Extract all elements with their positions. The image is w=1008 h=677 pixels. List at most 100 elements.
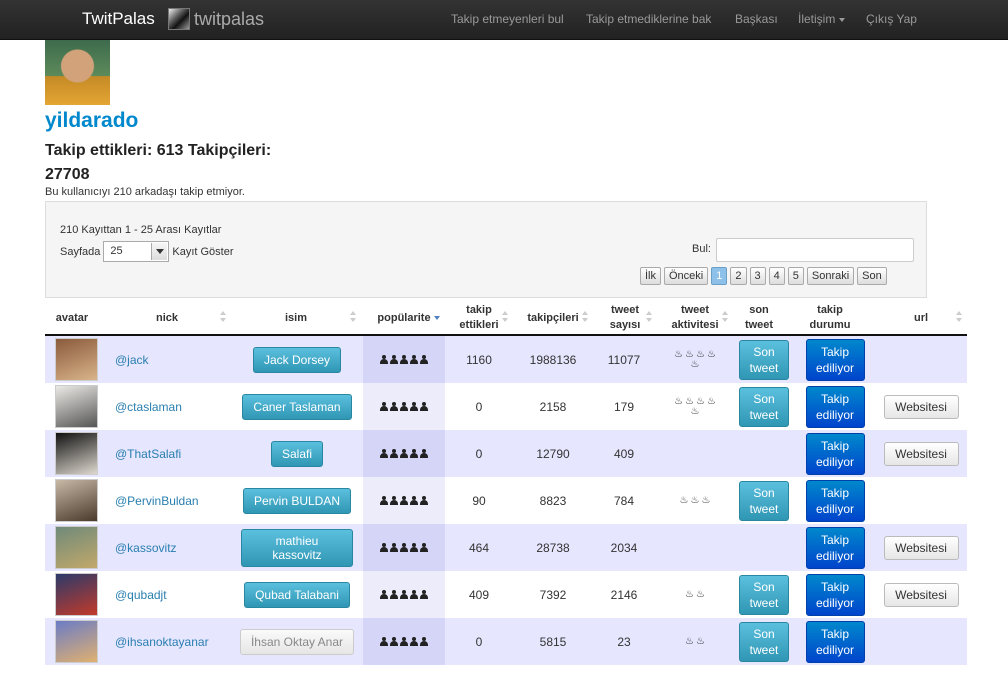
nick-link[interactable]: @PervinBuldan bbox=[115, 494, 199, 508]
last-tweet-button[interactable]: Son tweet bbox=[739, 339, 789, 380]
following-count-cell: 1160 bbox=[445, 336, 513, 383]
person-icon bbox=[380, 496, 388, 505]
nick-link[interactable]: @qubadjt bbox=[115, 588, 167, 602]
pager-first[interactable]: İlk bbox=[640, 267, 661, 285]
avatar-cell bbox=[45, 336, 107, 383]
avatar[interactable] bbox=[54, 385, 98, 428]
avatar[interactable] bbox=[54, 573, 98, 616]
pager-page-5[interactable]: 5 bbox=[787, 267, 804, 285]
col-url[interactable]: url bbox=[875, 300, 967, 336]
profile-username[interactable]: yildarado bbox=[45, 109, 138, 133]
col-popularity-label: popülarite bbox=[377, 311, 431, 324]
flame-icon: ♨ bbox=[685, 348, 694, 360]
name-button[interactable]: Qubad Talabani bbox=[244, 581, 350, 608]
name-button[interactable]: mathieu kassovitz bbox=[241, 528, 353, 567]
website-button[interactable]: Websitesi bbox=[883, 535, 959, 560]
nick-link[interactable]: @kassovitz bbox=[115, 541, 177, 555]
pager-last[interactable]: Son bbox=[857, 267, 887, 285]
follow-status-button[interactable]: Takip ediliyor bbox=[805, 479, 865, 522]
col-tweet-count[interactable]: tweet sayısı bbox=[593, 300, 657, 336]
follow-status-button[interactable]: Takip ediliyor bbox=[805, 338, 865, 381]
last-tweet-button[interactable]: Son tweet bbox=[739, 480, 789, 521]
col-activity-label: tweet aktivitesi bbox=[671, 304, 719, 331]
avatar[interactable] bbox=[54, 338, 98, 381]
logo-text: twitpalas bbox=[194, 8, 265, 29]
activity-flames: ♨ ♨ ♨ ♨ ♨ bbox=[671, 348, 719, 370]
follow-status-cell: Takip ediliyor bbox=[795, 618, 875, 665]
nav-contact-label: İletişim bbox=[798, 12, 836, 26]
pager-page-1[interactable]: 1 bbox=[711, 267, 728, 285]
tweet-count: 2034 bbox=[610, 540, 638, 555]
col-follow-status-label: takip durumu bbox=[809, 304, 851, 331]
following-count: 0 bbox=[475, 446, 483, 461]
website-button[interactable]: Websitesi bbox=[883, 441, 959, 466]
followers-count-cell: 8823 bbox=[513, 477, 593, 524]
nav-another-user[interactable]: Başkası bbox=[735, 12, 778, 26]
profile-stats-line2: 27708 bbox=[45, 166, 90, 183]
follow-status-button[interactable]: Takip ediliyor bbox=[805, 432, 865, 475]
followers-count: 1988136 bbox=[529, 352, 577, 367]
brand-link[interactable]: TwitPalas bbox=[82, 9, 155, 29]
followers-count-cell: 7392 bbox=[513, 571, 593, 618]
search-input[interactable] bbox=[716, 238, 914, 262]
popularity-cell bbox=[363, 430, 445, 477]
last-tweet-cell: Son tweet bbox=[733, 571, 795, 618]
flame-icon: ♨ bbox=[701, 494, 711, 506]
follow-status-button[interactable]: Takip ediliyor bbox=[805, 620, 865, 663]
nick-link[interactable]: @jack bbox=[115, 353, 149, 367]
pager-page-2[interactable]: 2 bbox=[730, 267, 747, 285]
nick-link[interactable]: @ihsanoktayanar bbox=[115, 635, 209, 649]
follow-status-button[interactable]: Takip ediliyor bbox=[805, 526, 865, 569]
website-button[interactable]: Websitesi bbox=[883, 582, 959, 607]
col-name[interactable]: isim bbox=[231, 300, 361, 336]
name-button[interactable]: Caner Taslaman bbox=[242, 393, 352, 420]
nav-not-following-back[interactable]: Takip etmediklerine bak bbox=[586, 12, 711, 26]
follow-status-button[interactable]: Takip ediliyor bbox=[805, 573, 865, 616]
page-length-label-after: Kayıt Göster bbox=[172, 245, 234, 258]
avatar[interactable] bbox=[54, 432, 98, 475]
nick-link[interactable]: @ctaslaman bbox=[115, 400, 182, 414]
popularity-icons bbox=[380, 449, 428, 458]
name-button[interactable]: Jack Dorsey bbox=[252, 346, 342, 373]
records-info: 210 Kayıttan 1 - 25 Arası Kayıtlar bbox=[60, 224, 222, 236]
name-button[interactable]: Salafi bbox=[270, 440, 324, 467]
col-activity[interactable]: tweet aktivitesi bbox=[657, 300, 733, 336]
last-tweet-button[interactable]: Son tweet bbox=[739, 621, 789, 662]
pager-page-4[interactable]: 4 bbox=[768, 267, 785, 285]
page-length: Sayfada 25 Kayıt Göster bbox=[60, 241, 234, 262]
avatar-cell bbox=[45, 618, 107, 665]
nav-find-unfollowers[interactable]: Takip etmeyenleri bul bbox=[451, 12, 564, 26]
name-button[interactable]: İhsan Oktay Anar bbox=[239, 628, 355, 655]
tweet-count: 409 bbox=[613, 446, 635, 461]
person-icon bbox=[390, 496, 398, 505]
nav-logout[interactable]: Çıkış Yap bbox=[866, 12, 917, 26]
sort-icon bbox=[646, 311, 652, 323]
pager-page-3[interactable]: 3 bbox=[749, 267, 766, 285]
col-tweet-count-label: tweet sayısı bbox=[609, 304, 641, 331]
website-button[interactable]: Websitesi bbox=[883, 394, 959, 419]
col-avatar: avatar bbox=[45, 300, 99, 336]
logo[interactable]: twitpalas bbox=[168, 8, 264, 30]
avatar[interactable] bbox=[54, 479, 98, 522]
table-row: @qubadjt Qubad Talabani 409 7392 2146 ♨ ♨ Son t… bbox=[45, 571, 967, 618]
popularity-icons bbox=[380, 355, 428, 364]
pager-next[interactable]: Sonraki bbox=[806, 267, 855, 285]
avatar[interactable] bbox=[54, 526, 98, 569]
col-followers[interactable]: takipçileri bbox=[513, 300, 593, 336]
pager-previous[interactable]: Önceki bbox=[664, 267, 709, 285]
nick-link[interactable]: @ThatSalafi bbox=[115, 447, 181, 461]
col-following[interactable]: takip ettikleri bbox=[445, 300, 513, 336]
col-popularity[interactable]: popülarite bbox=[363, 300, 445, 336]
nick-cell: @kassovitz bbox=[115, 524, 235, 571]
last-tweet-button[interactable]: Son tweet bbox=[739, 386, 789, 427]
last-tweet-button[interactable]: Son tweet bbox=[739, 574, 789, 615]
name-cell: mathieu kassovitz bbox=[231, 524, 363, 571]
col-nick[interactable]: nick bbox=[103, 300, 231, 336]
nav-contact-dropdown[interactable]: İletişim bbox=[798, 12, 846, 26]
person-icon bbox=[390, 590, 398, 599]
avatar[interactable] bbox=[54, 620, 98, 663]
name-button[interactable]: Pervin BULDAN bbox=[242, 487, 352, 514]
page-length-select[interactable]: 25 bbox=[103, 241, 170, 262]
follow-status-button[interactable]: Takip ediliyor bbox=[805, 385, 865, 428]
flame-icon: ♨ bbox=[690, 494, 700, 506]
